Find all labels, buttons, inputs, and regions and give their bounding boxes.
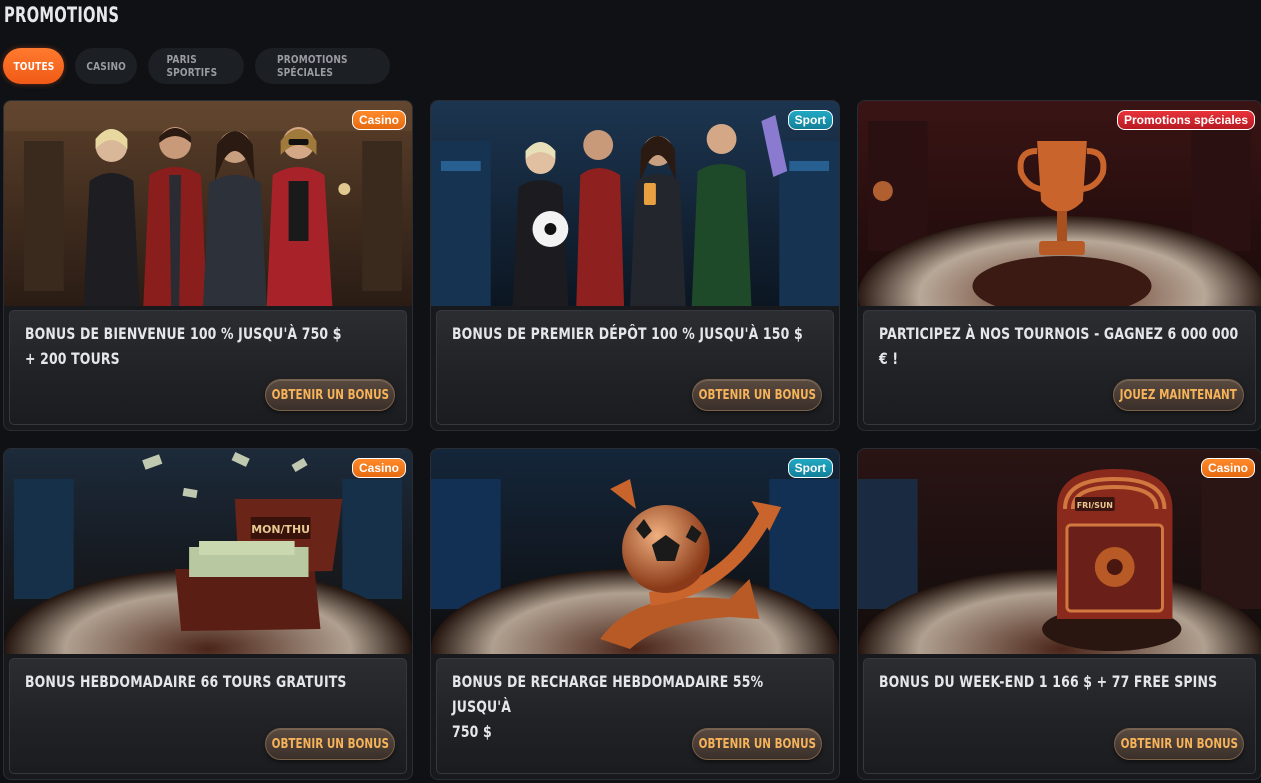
promotions-page: PROMOTIONS TOUTES CASINO PARIS SPORTIFS … <box>0 0 1261 783</box>
promo-card-body: BONUS HEBDOMADAIRE 66 TOURS GRATUITS OBT… <box>9 658 407 774</box>
tab-sports-betting-label: PARIS SPORTIFS <box>166 53 218 79</box>
promo-title-line: PARTICIPEZ À NOS TOURNOIS - GAGNEZ 6 000… <box>879 324 1239 368</box>
promo-card-body: BONUS DE PREMIER DÉPÔT 100 % JUSQU'À 150… <box>436 310 834 425</box>
tab-sports-betting[interactable]: PARIS SPORTIFS <box>148 48 244 84</box>
promo-title: PARTICIPEZ À NOS TOURNOIS - GAGNEZ 6 000… <box>879 321 1246 371</box>
category-badge: Sport <box>787 110 833 130</box>
button-label: OBTENIR UN BONUS <box>271 736 389 752</box>
safe-label: FRI/SUN <box>1077 501 1113 510</box>
promo-title: BONUS DU WEEK-END 1 166 $ + 77 FREE SPIN… <box>879 669 1246 694</box>
promo-title-line: BONUS DU WEEK-END 1 166 $ + 77 FREE SPIN… <box>879 672 1218 691</box>
promo-title: BONUS DE BIENVENUE 100 % JUSQU'À 750 $ +… <box>25 321 392 371</box>
promo-title: BONUS DE PREMIER DÉPÔT 100 % JUSQU'À 150… <box>452 321 819 346</box>
weekend-safe-image: FRI/SUN <box>858 449 1261 654</box>
get-bonus-button[interactable]: OBTENIR UN BONUS <box>265 728 395 760</box>
play-now-button[interactable]: JOUEZ MAINTENANT <box>1113 379 1244 411</box>
football-arrow-image <box>431 449 839 654</box>
promo-title-line: BONUS DE RECHARGE HEBDOMADAIRE 55% JUSQU… <box>452 672 764 716</box>
promo-card-body: BONUS DE RECHARGE HEBDOMADAIRE 55% JUSQU… <box>436 658 834 774</box>
get-bonus-button[interactable]: OBTENIR UN BONUS <box>692 728 822 760</box>
get-bonus-button[interactable]: OBTENIR UN BONUS <box>265 379 395 411</box>
get-bonus-button[interactable]: OBTENIR UN BONUS <box>692 379 822 411</box>
promo-card-body: BONUS DU WEEK-END 1 166 $ + 77 FREE SPIN… <box>863 658 1256 774</box>
tab-casino-label: CASINO <box>86 59 126 73</box>
promo-title-line: BONUS DE PREMIER DÉPÔT 100 % JUSQU'À 150… <box>452 324 803 343</box>
button-label: OBTENIR UN BONUS <box>698 736 816 752</box>
button-label: OBTENIR UN BONUS <box>1120 736 1238 752</box>
button-label: OBTENIR UN BONUS <box>271 387 389 403</box>
promo-title-line: BONUS DE BIENVENUE 100 % JUSQU'À 750 $ <box>25 324 342 343</box>
promotions-grid: Casino BONUS DE BIENVENUE 100 % JUSQU'À … <box>3 100 1261 780</box>
category-badge: Casino <box>1200 458 1255 478</box>
promo-title-line: BONUS HEBDOMADAIRE 66 TOURS GRATUITS <box>25 672 347 691</box>
money-chest-image: MON/THU <box>4 449 412 654</box>
filter-tabs: TOUTES CASINO PARIS SPORTIFS PROMOTIONS … <box>3 48 390 84</box>
promo-card[interactable]: MON/THU Casino BONUS HEBDOMADAIRE 66 TOU… <box>3 448 413 780</box>
category-badge: Promotions spéciales <box>1116 110 1255 130</box>
promo-card[interactable]: Sport BONUS DE RECHARGE HEBDOMADAIRE 55%… <box>430 448 840 780</box>
tab-special-promotions-label: PROMOTIONS SPÉCIALES <box>276 53 348 79</box>
tab-casino[interactable]: CASINO <box>75 48 137 84</box>
category-badge: Casino <box>351 458 406 478</box>
page-title: PROMOTIONS <box>4 3 120 27</box>
sport-fans-image <box>431 101 839 306</box>
get-bonus-button[interactable]: OBTENIR UN BONUS <box>1114 728 1244 760</box>
casino-hosts-image <box>4 101 412 306</box>
tournament-trophy-image <box>858 101 1261 306</box>
tab-all-label: TOUTES <box>13 59 54 73</box>
promo-card[interactable]: Casino BONUS DE BIENVENUE 100 % JUSQU'À … <box>3 100 413 431</box>
promo-card-body: BONUS DE BIENVENUE 100 % JUSQU'À 750 $ +… <box>9 310 407 425</box>
chest-label: MON/THU <box>251 523 310 536</box>
promo-title: BONUS HEBDOMADAIRE 66 TOURS GRATUITS <box>25 669 392 694</box>
promo-card[interactable]: Promotions spéciales PARTICIPEZ À NOS TO… <box>857 100 1261 431</box>
promo-card-body: PARTICIPEZ À NOS TOURNOIS - GAGNEZ 6 000… <box>863 310 1256 425</box>
tab-all[interactable]: TOUTES <box>3 48 64 84</box>
promo-card[interactable]: Sport BONUS DE PREMIER DÉPÔT 100 % JUSQU… <box>430 100 840 431</box>
promo-title-line: + 200 TOURS <box>25 349 120 368</box>
promo-card[interactable]: FRI/SUN Casino BONUS DU WEEK-END 1 166 $… <box>857 448 1261 780</box>
category-badge: Casino <box>351 110 406 130</box>
category-badge: Sport <box>787 458 833 478</box>
tab-special-promotions[interactable]: PROMOTIONS SPÉCIALES <box>255 48 390 84</box>
button-label: OBTENIR UN BONUS <box>698 387 816 403</box>
button-label: JOUEZ MAINTENANT <box>1119 387 1238 403</box>
